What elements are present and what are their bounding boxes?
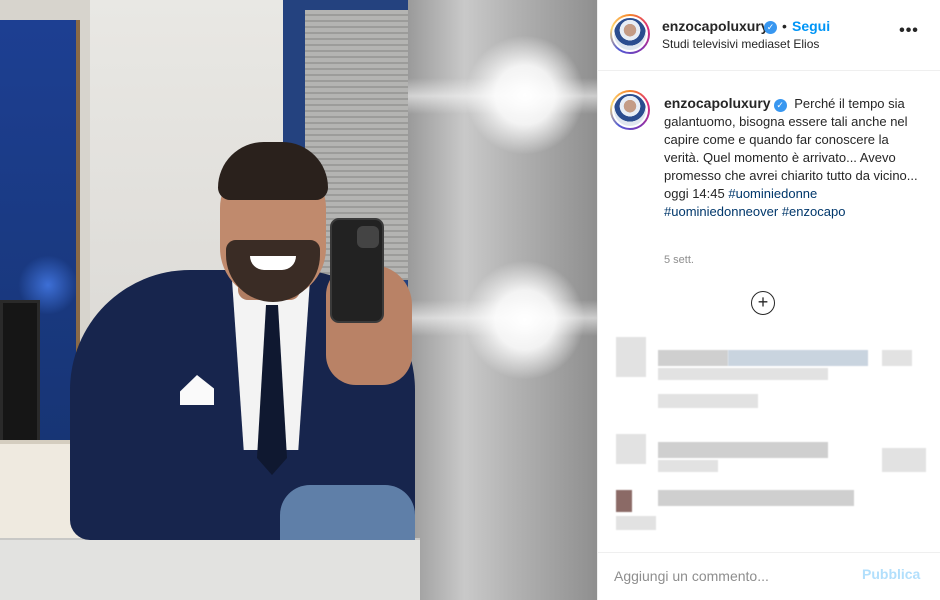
post-caption: enzocapoluxury ✓ Perché il tempo sia gala… [664,94,926,221]
caption-author-avatar[interactable] [610,90,650,130]
verified-badge-icon: ✓ [773,99,787,112]
blurred-comment-text [658,490,854,506]
blurred-comment-avatar [616,337,646,377]
follow-button[interactable]: Segui [792,18,830,34]
comments-section: enzocapoluxury ✓ Perché il tempo sia gala… [598,72,940,552]
blurred-comment-text [728,350,868,366]
instagram-post-view: enzocapoluxury ✓ • Segui Studi televisiv… [0,0,940,600]
blurred-comment-text [658,350,728,366]
post-photo[interactable] [0,0,597,600]
header-separator: • [782,18,787,34]
post-side-panel: enzocapoluxury ✓ • Segui Studi televisiv… [597,0,940,600]
author-avatar[interactable] [610,14,650,54]
post-header: enzocapoluxury ✓ • Segui Studi televisiv… [598,0,940,71]
add-comment-bar: Pubblica [598,552,940,600]
blurred-comment-text [658,442,828,458]
photo-counter [0,538,420,600]
blurred-comment-avatar [616,434,646,464]
hashtag-link[interactable]: #uominiedonneover [664,204,778,219]
post-timestamp[interactable]: 5 sett. [664,254,694,266]
hashtag-link[interactable]: #uominiedonne [728,186,817,201]
photo-phone-camera [357,226,379,248]
blurred-comment-text [882,350,912,366]
photo-person-smile [250,256,296,270]
photo-lamp [465,35,585,155]
blurred-comment-text [658,394,758,408]
photo-person-jeans [280,485,415,540]
post-location[interactable]: Studi televisivi mediaset Elios [662,37,819,51]
load-more-comments-icon[interactable]: + [751,291,775,315]
verified-badge-icon: ✓ [764,21,777,34]
photo-lamp [465,260,585,380]
author-username[interactable]: enzocapoluxury [662,18,769,34]
blurred-comment-text [616,516,656,530]
photo-monitor [0,300,40,450]
blurred-comment-text [882,448,926,472]
photo-cabinet [0,440,80,540]
publish-button[interactable]: Pubblica [862,566,920,582]
blurred-comment-text [658,460,718,472]
more-options-icon[interactable]: ••• [896,22,922,42]
caption-username[interactable]: enzocapoluxury [664,95,771,111]
blurred-comment-text [658,368,828,380]
comment-input[interactable] [614,565,844,587]
blurred-comment-avatar [616,490,632,512]
hashtag-link[interactable]: #enzocapo [782,204,846,219]
